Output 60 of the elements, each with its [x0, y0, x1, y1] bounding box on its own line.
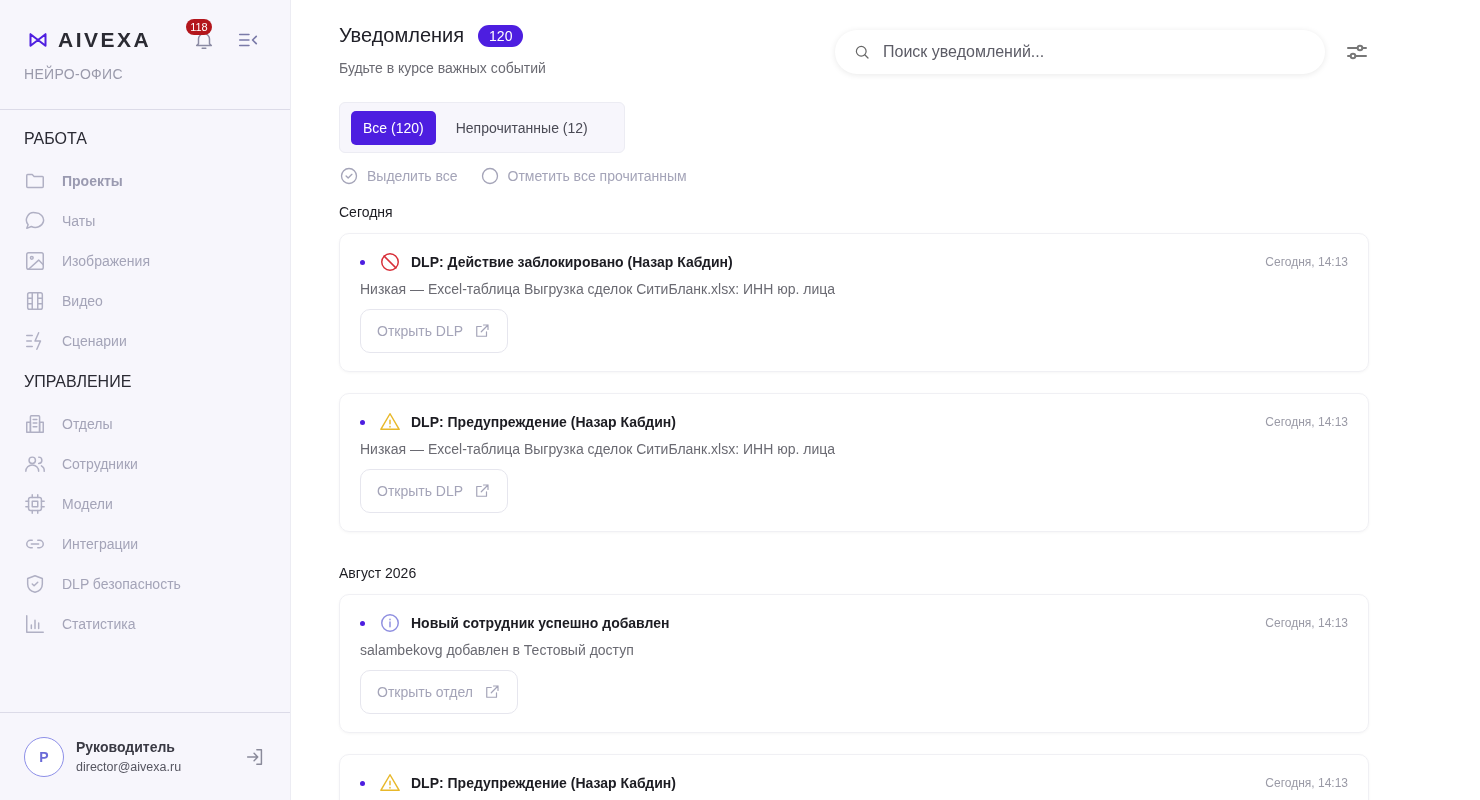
user-name: Руководитель [76, 739, 176, 755]
image-icon [24, 250, 46, 272]
filter-tab[interactable]: Непрочитанные (12) [443, 111, 600, 145]
notification-text: Низкая — Excel-таблица Выгрузка сделок СитиБланк.xlsx: ИНН юр. лица [360, 441, 837, 457]
notification-text: salambekovg добавлен в Тестовый доступ [360, 642, 635, 658]
avatar: Р [24, 736, 64, 777]
notification-title: DLP: Предупреждение (Назар Кабдин) [411, 775, 677, 791]
notification-badge: 118 [186, 19, 212, 35]
chat-bubble-icon [24, 210, 46, 232]
sidebar-item[interactable]: Модели [24, 484, 266, 524]
open-button[interactable]: Открыть отдел [360, 670, 518, 714]
logo-text: AIVEXA [58, 28, 152, 52]
sidebar-item[interactable]: Чаты [24, 201, 266, 241]
shield-check-icon [24, 573, 46, 595]
action-link[interactable]: Отметить все прочитанным [479, 166, 687, 186]
sidebar-item[interactable]: Сценарии [24, 321, 266, 361]
search-icon [853, 43, 871, 61]
app-subtitle: НЕЙРО-ОФИС [24, 66, 124, 82]
action-link[interactable]: Выделить все [339, 166, 458, 186]
notification-time: Сегодня, 14:13 [1265, 616, 1348, 630]
sidebar-item[interactable]: Проекты [24, 161, 266, 201]
building-icon [24, 413, 46, 435]
warning-icon [379, 411, 401, 433]
page-title: Уведомления [339, 24, 465, 47]
page-subtitle: Будьте в курсе важных событий [339, 60, 547, 76]
chip-icon [24, 493, 46, 515]
circle-icon [479, 166, 500, 186]
notification-time: Сегодня, 14:13 [1265, 415, 1348, 429]
notification-text: Низкая — Excel-таблица Выгрузка сделок СитиБланк.xlsx: ИНН юр. лица [360, 281, 837, 297]
external-link-icon [473, 482, 492, 500]
external-link-icon [473, 322, 492, 340]
section-heading: РАБОТА [24, 130, 88, 149]
count-badge: 120 [478, 24, 524, 47]
notification-time: Сегодня, 14:13 [1265, 255, 1348, 269]
users-icon [24, 453, 46, 475]
bar-chart-icon [24, 613, 46, 635]
sidebar-item[interactable]: Отделы [24, 404, 266, 444]
group-heading: Август 2026 [339, 565, 418, 581]
film-icon [24, 290, 46, 312]
sidebar-item[interactable]: Видео [24, 281, 266, 321]
sidebar-item[interactable]: DLP безопасность [24, 564, 266, 604]
notification-time: Сегодня, 14:13 [1265, 776, 1348, 790]
notification-title: DLP: Действие заблокировано (Назар Кабдин) [411, 254, 734, 270]
blocked-icon [379, 251, 401, 273]
sidebar-item[interactable]: Интеграции [24, 524, 266, 564]
filter-tab[interactable]: Все (120) [351, 111, 436, 145]
notification-title: Новый сотрудник успешно добавлен [411, 615, 671, 631]
info-icon [379, 612, 401, 634]
sidebar-item[interactable]: Статистика [24, 604, 266, 644]
check-circle-icon [339, 166, 359, 186]
group-heading: Сегодня [339, 204, 394, 220]
open-button[interactable]: Открыть DLP [360, 309, 509, 353]
notification-title: DLP: Предупреждение (Назар Кабдин) [411, 414, 677, 430]
open-button[interactable]: Открыть DLP [360, 469, 509, 513]
sidebar-item[interactable]: Изображения [24, 241, 266, 281]
search-field[interactable]: Поиск уведомлений... [835, 30, 1325, 74]
warning-icon [379, 772, 401, 794]
section-heading: УПРАВЛЕНИЕ [24, 373, 133, 392]
sidebar-item[interactable]: Сотрудники [24, 444, 266, 484]
user-email: director@aivexa.ru [76, 760, 183, 774]
